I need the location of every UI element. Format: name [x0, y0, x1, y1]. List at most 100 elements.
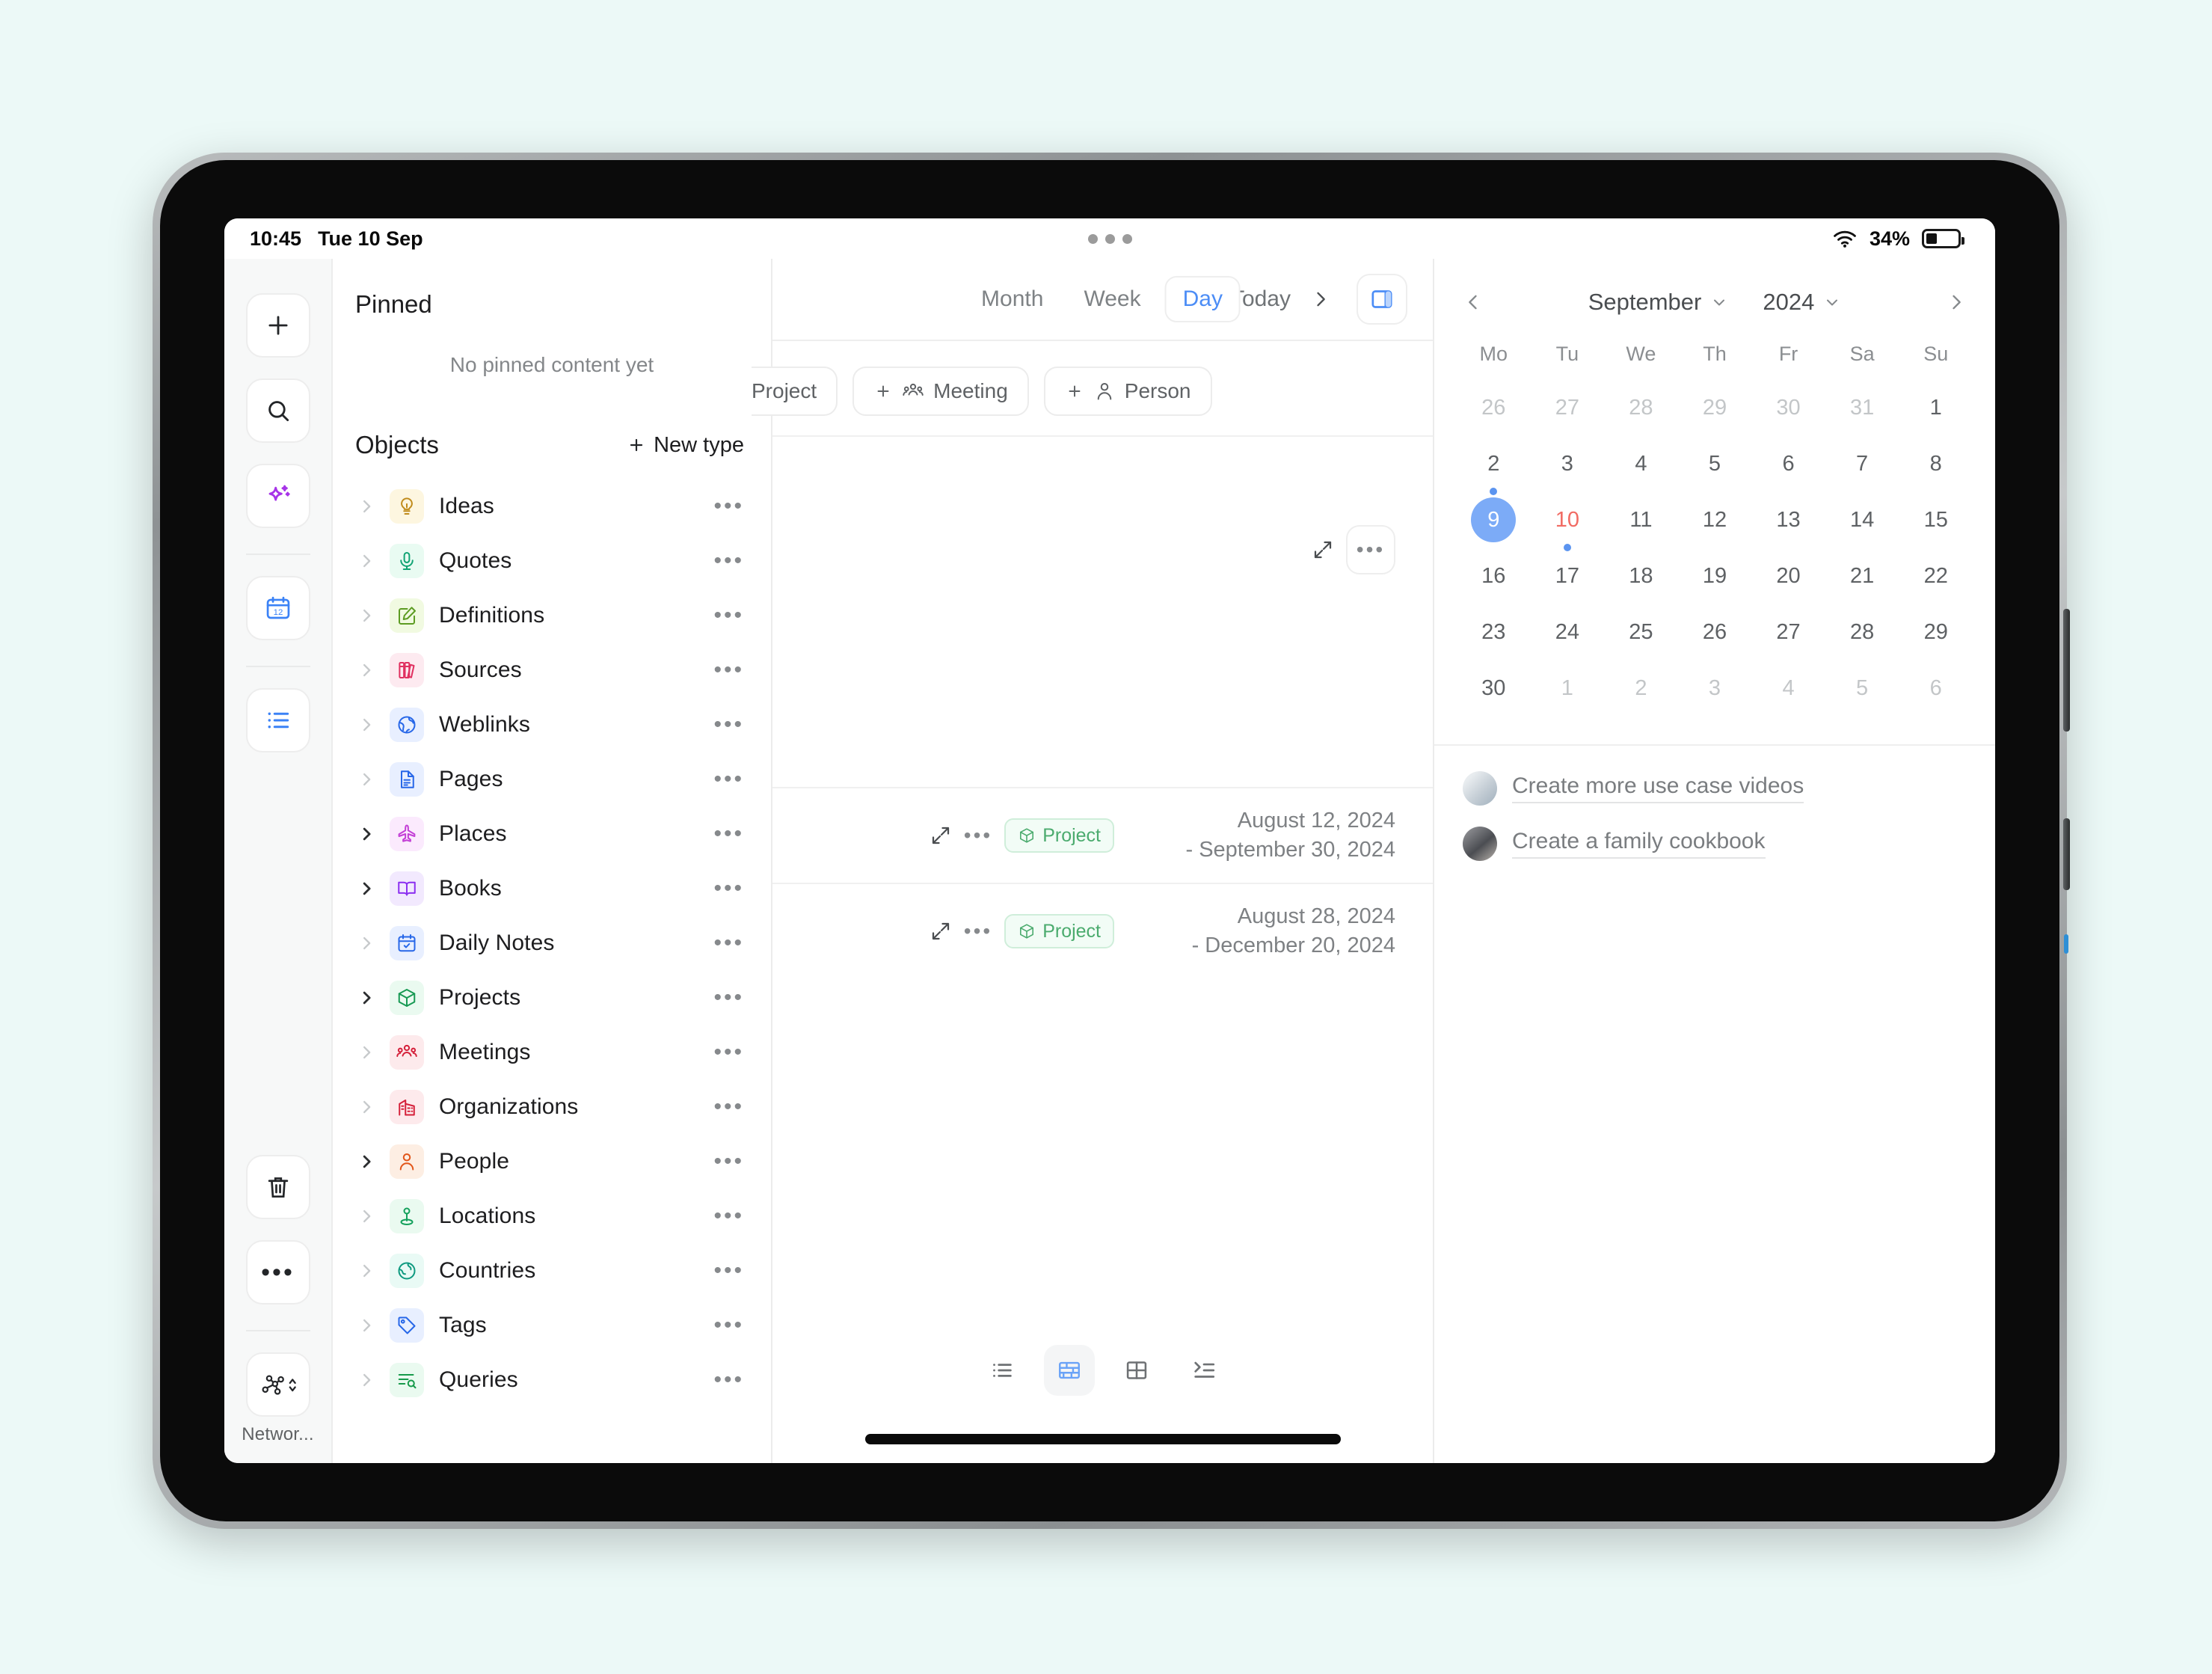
- more-button[interactable]: •••: [245, 1240, 310, 1304]
- list-view-button[interactable]: [977, 1345, 1027, 1396]
- sidebar-item-projects[interactable]: Projects •••: [333, 970, 771, 1025]
- calendar-day-cell[interactable]: 30: [1457, 666, 1531, 722]
- calendar-day-cell[interactable]: 2: [1604, 666, 1678, 722]
- calendar-day-cell[interactable]: 27: [1531, 385, 1605, 441]
- task-title[interactable]: Create more use case videos: [1512, 773, 1804, 803]
- sidebar-item-menu-button[interactable]: •••: [713, 1204, 744, 1227]
- sidebar-item-menu-button[interactable]: •••: [713, 658, 744, 681]
- tab-week[interactable]: Week: [1067, 278, 1157, 321]
- ai-assistant-button[interactable]: [245, 464, 310, 528]
- row-menu-button[interactable]: •••: [964, 921, 992, 942]
- calendar-day-cell[interactable]: 23: [1457, 610, 1531, 666]
- create-object-button[interactable]: [245, 293, 310, 358]
- chevron-right-icon[interactable]: [355, 660, 378, 680]
- sidebar-item-menu-button[interactable]: •••: [713, 1368, 744, 1391]
- add-person-chip[interactable]: Person: [1043, 367, 1212, 416]
- calendar-day-cell[interactable]: 10: [1531, 497, 1605, 554]
- calendar-day-cell[interactable]: 22: [1899, 554, 1973, 610]
- new-type-button[interactable]: New type: [627, 433, 744, 458]
- calendar-day-cell[interactable]: 9: [1457, 497, 1531, 554]
- table-view-button[interactable]: [1111, 1345, 1162, 1396]
- calendar-day-cell[interactable]: 3: [1531, 441, 1605, 497]
- calendar-day-cell[interactable]: 4: [1751, 666, 1825, 722]
- sidebar-item-menu-button[interactable]: •••: [713, 1040, 744, 1064]
- sidebar-item-locations[interactable]: Locations •••: [333, 1189, 771, 1243]
- list-item[interactable]: Create more use case videos: [1463, 771, 1967, 806]
- sidebar-item-menu-button[interactable]: •••: [713, 931, 744, 954]
- calendar-prev-month-button[interactable]: [1463, 292, 1484, 313]
- chevron-right-icon[interactable]: [355, 933, 378, 953]
- calendar-day-cell[interactable]: 4: [1604, 441, 1678, 497]
- sidebar-item-menu-button[interactable]: •••: [713, 767, 744, 791]
- chevron-right-icon[interactable]: [355, 770, 378, 789]
- add-project-chip[interactable]: Project: [752, 367, 838, 416]
- calendar-day-cell[interactable]: 30: [1751, 385, 1825, 441]
- sidebar-item-people[interactable]: People •••: [333, 1134, 771, 1189]
- calendar-day-cell[interactable]: 28: [1825, 610, 1899, 666]
- chevron-right-icon[interactable]: [355, 1152, 378, 1171]
- chevron-right-icon[interactable]: [355, 1316, 378, 1335]
- list-item[interactable]: Create a family cookbook: [1463, 827, 1967, 861]
- sidebar-item-menu-button[interactable]: •••: [713, 1150, 744, 1173]
- tab-day[interactable]: Day: [1164, 276, 1241, 322]
- calendar-day-cell[interactable]: 5: [1825, 666, 1899, 722]
- sidebar-item-menu-button[interactable]: •••: [713, 877, 744, 900]
- sidebar-item-sources[interactable]: Sources •••: [333, 643, 771, 697]
- calendar-day-cell[interactable]: 21: [1825, 554, 1899, 610]
- all-objects-button[interactable]: [245, 688, 310, 752]
- calendar-day-cell[interactable]: 5: [1678, 441, 1752, 497]
- sidebar-item-menu-button[interactable]: •••: [713, 822, 744, 845]
- sidebar-item-weblinks[interactable]: Weblinks •••: [333, 697, 771, 752]
- sidebar-item-menu-button[interactable]: •••: [713, 549, 744, 572]
- calendar-day-cell[interactable]: 6: [1899, 666, 1973, 722]
- chevron-right-icon[interactable]: [355, 606, 378, 625]
- grid-view-button[interactable]: [1043, 1345, 1095, 1396]
- sidebar-item-tags[interactable]: Tags •••: [333, 1298, 771, 1352]
- sidebar-item-menu-button[interactable]: •••: [713, 494, 744, 518]
- calendar-day-cell[interactable]: 31: [1825, 385, 1899, 441]
- calendar-day-cell[interactable]: 29: [1899, 610, 1973, 666]
- chevron-right-icon[interactable]: [355, 1370, 378, 1390]
- calendar-day-cell[interactable]: 6: [1751, 441, 1825, 497]
- calendar-day-cell[interactable]: 17: [1531, 554, 1605, 610]
- sidebar-item-definitions[interactable]: Definitions •••: [333, 588, 771, 643]
- chevron-right-icon[interactable]: [355, 1207, 378, 1226]
- chevron-right-icon[interactable]: [355, 824, 378, 844]
- calendar-day-cell[interactable]: 14: [1825, 497, 1899, 554]
- calendar-day-cell[interactable]: 20: [1751, 554, 1825, 610]
- chevron-right-icon[interactable]: [355, 1261, 378, 1281]
- calendar-day-cell[interactable]: 1: [1899, 385, 1973, 441]
- calendar-next-month-button[interactable]: [1946, 292, 1967, 313]
- sidebar-item-menu-button[interactable]: •••: [713, 1313, 744, 1337]
- sidebar-item-places[interactable]: Places •••: [333, 806, 771, 861]
- status-badge[interactable]: Project: [1004, 914, 1114, 949]
- calendar-day-cell[interactable]: 8: [1899, 441, 1973, 497]
- bin-button[interactable]: [245, 1155, 310, 1219]
- calendar-day-cell[interactable]: 3: [1678, 666, 1752, 722]
- sidebar-item-daily-notes[interactable]: Daily Notes •••: [333, 916, 771, 970]
- expand-arrows-icon[interactable]: [930, 824, 952, 847]
- calendar-year-select[interactable]: 2024: [1763, 289, 1841, 316]
- sidebar-item-pages[interactable]: Pages •••: [333, 752, 771, 806]
- calendar-day-cell[interactable]: 12: [1678, 497, 1752, 554]
- calendar-day-cell[interactable]: 13: [1751, 497, 1825, 554]
- row-menu-button[interactable]: •••: [964, 825, 992, 846]
- calendar-day-cell[interactable]: 26: [1457, 385, 1531, 441]
- sidebar-item-menu-button[interactable]: •••: [713, 986, 744, 1009]
- sidebar-item-menu-button[interactable]: •••: [713, 1095, 744, 1118]
- calendar-day-cell[interactable]: 27: [1751, 610, 1825, 666]
- calendar-day-cell[interactable]: 11: [1604, 497, 1678, 554]
- sidebar-item-books[interactable]: Books •••: [333, 861, 771, 916]
- expand-arrows-icon[interactable]: [1312, 539, 1334, 561]
- calendar-button[interactable]: 12: [245, 576, 310, 640]
- calendar-day-cell[interactable]: 15: [1899, 497, 1973, 554]
- chevron-right-icon[interactable]: [355, 1097, 378, 1117]
- calendar-day-cell[interactable]: 19: [1678, 554, 1752, 610]
- next-day-button[interactable]: [1310, 289, 1331, 310]
- sidebar-item-organizations[interactable]: Organizations •••: [333, 1079, 771, 1134]
- tab-month[interactable]: Month: [965, 278, 1060, 321]
- task-title[interactable]: Create a family cookbook: [1512, 829, 1766, 859]
- drag-dots-icon[interactable]: [1087, 233, 1132, 244]
- sidebar-item-ideas[interactable]: Ideas •••: [333, 479, 771, 533]
- calendar-day-cell[interactable]: 25: [1604, 610, 1678, 666]
